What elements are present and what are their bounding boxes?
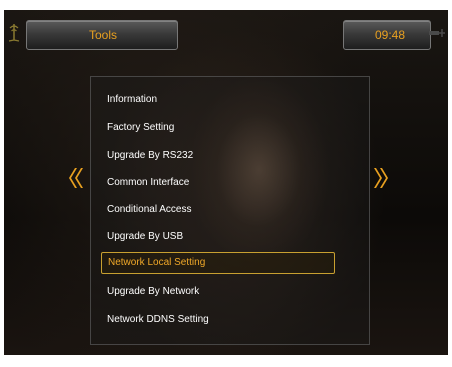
menu-item-factory-setting[interactable]: Factory Setting [107, 118, 174, 138]
menu-item-common-interface[interactable]: Common Interface [107, 173, 189, 193]
menu-item-network-ddns-setting[interactable]: Network DDNS Setting [107, 310, 209, 330]
signal-icon [429, 29, 445, 37]
tools-menu-panel: Information Factory Setting Upgrade By R… [90, 76, 370, 345]
menu-item-conditional-access[interactable]: Conditional Access [107, 200, 192, 220]
double-chevron-left-icon[interactable] [66, 166, 84, 190]
tv-screen: Tools 09:48 Information Factory Setting … [0, 0, 452, 367]
antenna-icon [8, 24, 20, 42]
title-bar: Tools [26, 20, 178, 50]
menu-item-network-local-setting[interactable]: Network Local Setting [101, 252, 335, 274]
frame-border-bottom [0, 355, 452, 367]
menu-item-upgrade-usb[interactable]: Upgrade By USB [107, 227, 183, 247]
menu-item-information[interactable]: Information [107, 90, 157, 110]
double-chevron-right-icon[interactable] [373, 166, 391, 190]
frame-border-top [0, 0, 452, 10]
clock-time: 09:48 [375, 28, 406, 42]
frame-border-left [0, 0, 4, 367]
menu-item-upgrade-network[interactable]: Upgrade By Network [107, 282, 199, 302]
menu-item-upgrade-rs232[interactable]: Upgrade By RS232 [107, 146, 193, 166]
frame-border-right [448, 0, 452, 367]
page-title: Tools [89, 28, 118, 42]
clock-bar: 09:48 [343, 20, 431, 50]
